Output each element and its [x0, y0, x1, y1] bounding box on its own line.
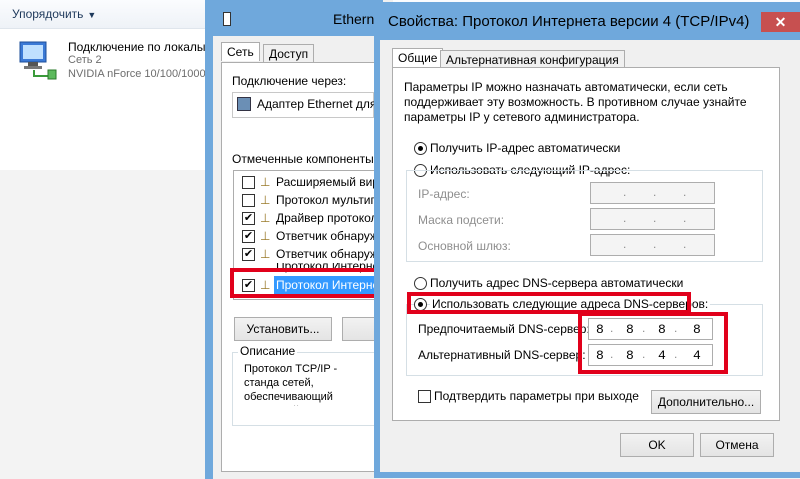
components-label: Отмеченные компоненты и: [232, 152, 384, 166]
organize-label: Упорядочить: [12, 7, 84, 21]
ip-address-field[interactable]: ...: [590, 182, 715, 204]
protocol-icon: ⊥: [260, 247, 271, 261]
alternate-dns-label: Альтернативный DNS-сервер:: [418, 348, 586, 362]
highlight-ipv4-component: [230, 268, 380, 298]
component-item[interactable]: ⊥ Расширяемый вирт: [234, 173, 377, 191]
description-group-label: Описание: [238, 344, 298, 358]
protocol-icon: ⊥: [260, 211, 271, 225]
install-button[interactable]: Установить...: [234, 317, 332, 341]
tab-general[interactable]: Общие: [392, 48, 444, 67]
gateway-field[interactable]: ...: [590, 234, 715, 256]
dns-auto-label: Получить адрес DNS-сервера автоматически: [430, 276, 684, 290]
subnet-mask-label: Маска подсети:: [418, 213, 505, 227]
protocol-icon: ⊥: [260, 229, 271, 243]
component-checkbox[interactable]: [242, 194, 255, 207]
ethernet-title-bar[interactable]: Ethernet: [213, 0, 386, 36]
gateway-label: Основной шлюз:: [418, 239, 511, 253]
subnet-mask-field[interactable]: ...: [590, 208, 715, 230]
component-checkbox[interactable]: [242, 176, 255, 189]
validate-checkbox[interactable]: [418, 390, 431, 403]
advanced-button[interactable]: Дополнительно...: [651, 390, 761, 414]
ok-button[interactable]: OK: [620, 433, 694, 457]
advanced-button-label: Дополнительно...: [657, 395, 755, 409]
component-checkbox[interactable]: ✔: [242, 248, 255, 261]
component-label: Ответчик обнаруже: [276, 229, 377, 243]
component-checkbox[interactable]: ✔: [242, 230, 255, 243]
adapter-name: Адаптер Ethernet для: [257, 97, 377, 111]
component-item[interactable]: ✔ ⊥ Драйвер протокола: [234, 209, 377, 227]
install-button-label: Установить...: [246, 322, 320, 336]
network-adapter-icon: [19, 41, 57, 80]
component-label: Расширяемый вирт: [276, 175, 377, 189]
organize-menu[interactable]: Упорядочить ▼: [12, 7, 96, 21]
protocol-icon: ⊥: [260, 193, 271, 207]
close-button[interactable]: ✕: [761, 12, 800, 32]
ip-auto-radio[interactable]: [414, 142, 427, 155]
protocol-icon: ⊥: [260, 175, 271, 189]
intro-text: Параметры IP можно назначать автоматичес…: [404, 80, 747, 124]
connection-network: Сеть 2: [68, 54, 102, 66]
ok-button-label: OK: [648, 438, 666, 452]
component-item[interactable]: ✔ ⊥ Ответчик обнаруже: [234, 227, 377, 245]
chevron-down-icon: ▼: [87, 10, 97, 20]
connection-adapter: NVIDIA nForce 10/100/1000: [68, 68, 206, 80]
window-menu-icon[interactable]: [223, 12, 231, 26]
ip-address-label: IP-адрес:: [418, 187, 470, 201]
tab-sharing[interactable]: Доступ: [263, 44, 315, 63]
component-item[interactable]: ⊥ Протокол мультипл: [234, 191, 377, 209]
ipv4-title-bar[interactable]: Свойства: Протокол Интернета версии 4 (T…: [374, 2, 800, 40]
ipv4-title: Свойства: Протокол Интернета версии 4 (T…: [388, 13, 750, 30]
preferred-dns-label: Предпочитаемый DNS-сервер:: [418, 322, 590, 336]
tab-network[interactable]: Сеть: [221, 42, 260, 61]
connection-name: Подключение по локалы: [68, 40, 206, 54]
component-label: Протокол мультипл: [276, 193, 377, 207]
close-icon: ✕: [774, 14, 787, 30]
component-label: Драйвер протокола: [276, 211, 377, 225]
component-item[interactable]: ✔ ⊥ Ответчик обнаруже: [234, 245, 377, 263]
cancel-button-label: Отмена: [715, 438, 759, 452]
validate-label: Подтвердить параметры при выходе: [434, 389, 639, 403]
component-label: Ответчик обнаруже: [276, 247, 377, 261]
adapter-icon: [237, 97, 251, 111]
highlight-dns-manual: [407, 292, 691, 314]
adapter-box: Адаптер Ethernet для: [232, 92, 377, 118]
ip-auto-label: Получить IP-адрес автоматически: [430, 141, 621, 155]
cancel-button[interactable]: Отмена: [700, 433, 774, 457]
dns-auto-radio[interactable]: [414, 277, 427, 290]
highlight-dns-values: [578, 312, 728, 374]
component-checkbox[interactable]: ✔: [242, 212, 255, 225]
connect-using-label: Подключение через:: [232, 74, 347, 88]
description-text: Протокол TCP/IP - станда сетей, обеспечи…: [244, 363, 358, 406]
